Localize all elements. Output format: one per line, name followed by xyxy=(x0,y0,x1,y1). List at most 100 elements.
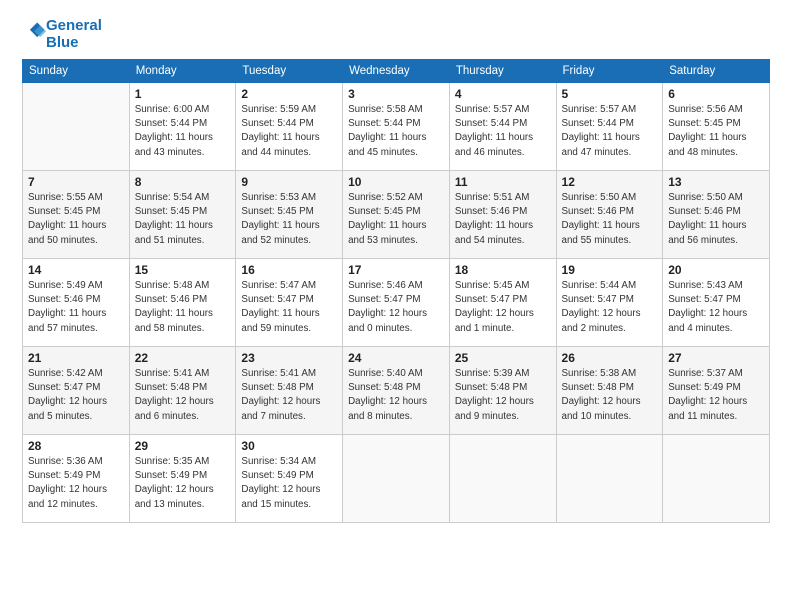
day-info: Sunrise: 5:45 AM Sunset: 5:47 PM Dayligh… xyxy=(455,279,551,336)
day-number: 28 xyxy=(28,439,124,453)
header-thursday: Thursday xyxy=(449,60,556,83)
day-number: 13 xyxy=(668,175,764,189)
day-info: Sunrise: 5:41 AM Sunset: 5:48 PM Dayligh… xyxy=(135,367,231,424)
day-info: Sunrise: 5:46 AM Sunset: 5:47 PM Dayligh… xyxy=(348,279,444,336)
table-row: 11 Sunrise: 5:51 AM Sunset: 5:46 PM Dayli… xyxy=(449,171,556,259)
table-row: 1Sunrise: 6:00 AM Sunset: 5:44 PM Daylig… xyxy=(129,83,236,171)
header-sunday: Sunday xyxy=(23,60,130,83)
table-row: 24Sunrise: 5:40 AM Sunset: 5:48 PM Dayli… xyxy=(343,347,450,435)
calendar-row-5: 28 Sunrise: 5:36 AM Sunset: 5:49 PM Dayli… xyxy=(23,435,770,523)
day-number: 2 xyxy=(241,87,337,101)
table-row xyxy=(343,435,450,523)
day-number: 29 xyxy=(135,439,231,453)
day-info: Sunrise: 5:55 AM Sunset: 5:45 PM Dayligh… xyxy=(28,191,124,248)
table-row: 4 Sunrise: 5:57 AM Sunset: 5:44 PM Daylig… xyxy=(449,83,556,171)
table-row: 10 Sunrise: 5:52 AM Sunset: 5:45 PM Dayli… xyxy=(343,171,450,259)
table-row: 25 Sunrise: 5:39 AM Sunset: 5:48 PM Dayli… xyxy=(449,347,556,435)
day-number: 8 xyxy=(135,175,231,189)
table-row: 16 Sunrise: 5:47 AM Sunset: 5:47 PM Dayli… xyxy=(236,259,343,347)
day-number: 3 xyxy=(348,87,444,101)
day-info: Sunrise: 5:47 AM Sunset: 5:47 PM Dayligh… xyxy=(241,279,337,336)
day-number: 10 xyxy=(348,175,444,189)
header-saturday: Saturday xyxy=(663,60,770,83)
calendar-row-1: 1Sunrise: 6:00 AM Sunset: 5:44 PM Daylig… xyxy=(23,83,770,171)
day-number: 20 xyxy=(668,263,764,277)
day-number: 5 xyxy=(562,87,658,101)
day-info: Sunrise: 5:44 AM Sunset: 5:47 PM Dayligh… xyxy=(562,279,658,336)
table-row: 29Sunrise: 5:35 AM Sunset: 5:49 PM Dayli… xyxy=(129,435,236,523)
day-number: 15 xyxy=(135,263,231,277)
calendar-row-3: 14 Sunrise: 5:49 AM Sunset: 5:46 PM Dayli… xyxy=(23,259,770,347)
day-info: Sunrise: 5:41 AM Sunset: 5:48 PM Dayligh… xyxy=(241,367,337,424)
calendar-row-4: 21Sunrise: 5:42 AM Sunset: 5:47 PM Dayli… xyxy=(23,347,770,435)
day-info: Sunrise: 5:57 AM Sunset: 5:44 PM Dayligh… xyxy=(562,103,658,160)
day-info: Sunrise: 5:58 AM Sunset: 5:44 PM Dayligh… xyxy=(348,103,444,160)
table-row xyxy=(556,435,663,523)
day-info: Sunrise: 5:59 AM Sunset: 5:44 PM Dayligh… xyxy=(241,103,337,160)
logo-text: General Blue xyxy=(46,18,102,51)
day-number: 12 xyxy=(562,175,658,189)
header: General Blue xyxy=(22,18,770,51)
day-number: 25 xyxy=(455,351,551,365)
day-info: Sunrise: 5:37 AM Sunset: 5:49 PM Dayligh… xyxy=(668,367,764,424)
day-number: 22 xyxy=(135,351,231,365)
day-number: 18 xyxy=(455,263,551,277)
day-info: Sunrise: 5:43 AM Sunset: 5:47 PM Dayligh… xyxy=(668,279,764,336)
day-number: 9 xyxy=(241,175,337,189)
table-row: 14 Sunrise: 5:49 AM Sunset: 5:46 PM Dayli… xyxy=(23,259,130,347)
day-number: 30 xyxy=(241,439,337,453)
table-row: 28 Sunrise: 5:36 AM Sunset: 5:49 PM Dayli… xyxy=(23,435,130,523)
calendar-row-2: 7Sunrise: 5:55 AM Sunset: 5:45 PM Daylig… xyxy=(23,171,770,259)
table-row: 27 Sunrise: 5:37 AM Sunset: 5:49 PM Dayli… xyxy=(663,347,770,435)
day-info: Sunrise: 5:40 AM Sunset: 5:48 PM Dayligh… xyxy=(348,367,444,424)
day-info: Sunrise: 5:39 AM Sunset: 5:48 PM Dayligh… xyxy=(455,367,551,424)
logo-icon xyxy=(24,21,46,43)
day-info: Sunrise: 5:54 AM Sunset: 5:45 PM Dayligh… xyxy=(135,191,231,248)
day-number: 4 xyxy=(455,87,551,101)
day-number: 14 xyxy=(28,263,124,277)
day-number: 23 xyxy=(241,351,337,365)
page: General Blue Sunday Monday Tuesday Wedne… xyxy=(0,0,792,612)
header-tuesday: Tuesday xyxy=(236,60,343,83)
table-row xyxy=(449,435,556,523)
table-row: 9 Sunrise: 5:53 AM Sunset: 5:45 PM Daylig… xyxy=(236,171,343,259)
day-info: Sunrise: 5:42 AM Sunset: 5:47 PM Dayligh… xyxy=(28,367,124,424)
table-row: 8 Sunrise: 5:54 AM Sunset: 5:45 PM Daylig… xyxy=(129,171,236,259)
table-row: 6 Sunrise: 5:56 AM Sunset: 5:45 PM Daylig… xyxy=(663,83,770,171)
table-row: 20 Sunrise: 5:43 AM Sunset: 5:47 PM Dayli… xyxy=(663,259,770,347)
table-row: 26 Sunrise: 5:38 AM Sunset: 5:48 PM Dayli… xyxy=(556,347,663,435)
day-number: 17 xyxy=(348,263,444,277)
header-friday: Friday xyxy=(556,60,663,83)
day-info: Sunrise: 5:48 AM Sunset: 5:46 PM Dayligh… xyxy=(135,279,231,336)
day-info: Sunrise: 5:49 AM Sunset: 5:46 PM Dayligh… xyxy=(28,279,124,336)
day-number: 26 xyxy=(562,351,658,365)
table-row: 21Sunrise: 5:42 AM Sunset: 5:47 PM Dayli… xyxy=(23,347,130,435)
table-row: 22 Sunrise: 5:41 AM Sunset: 5:48 PM Dayli… xyxy=(129,347,236,435)
day-info: Sunrise: 5:51 AM Sunset: 5:46 PM Dayligh… xyxy=(455,191,551,248)
day-info: Sunrise: 5:50 AM Sunset: 5:46 PM Dayligh… xyxy=(562,191,658,248)
table-row: 12 Sunrise: 5:50 AM Sunset: 5:46 PM Dayli… xyxy=(556,171,663,259)
table-row xyxy=(663,435,770,523)
table-row: 30 Sunrise: 5:34 AM Sunset: 5:49 PM Dayli… xyxy=(236,435,343,523)
day-number: 11 xyxy=(455,175,551,189)
day-info: Sunrise: 5:52 AM Sunset: 5:45 PM Dayligh… xyxy=(348,191,444,248)
calendar-table: Sunday Monday Tuesday Wednesday Thursday… xyxy=(22,59,770,523)
day-number: 16 xyxy=(241,263,337,277)
day-info: Sunrise: 5:38 AM Sunset: 5:48 PM Dayligh… xyxy=(562,367,658,424)
day-info: Sunrise: 5:57 AM Sunset: 5:44 PM Dayligh… xyxy=(455,103,551,160)
table-row: 23 Sunrise: 5:41 AM Sunset: 5:48 PM Dayli… xyxy=(236,347,343,435)
header-wednesday: Wednesday xyxy=(343,60,450,83)
table-row: 19Sunrise: 5:44 AM Sunset: 5:47 PM Dayli… xyxy=(556,259,663,347)
day-info: Sunrise: 5:34 AM Sunset: 5:49 PM Dayligh… xyxy=(241,455,337,512)
day-info: Sunrise: 5:56 AM Sunset: 5:45 PM Dayligh… xyxy=(668,103,764,160)
day-number: 27 xyxy=(668,351,764,365)
day-number: 6 xyxy=(668,87,764,101)
day-info: Sunrise: 5:53 AM Sunset: 5:45 PM Dayligh… xyxy=(241,191,337,248)
table-row: 3 Sunrise: 5:58 AM Sunset: 5:44 PM Daylig… xyxy=(343,83,450,171)
day-info: Sunrise: 6:00 AM Sunset: 5:44 PM Dayligh… xyxy=(135,103,231,160)
table-row: 13Sunrise: 5:50 AM Sunset: 5:46 PM Dayli… xyxy=(663,171,770,259)
table-row: 18 Sunrise: 5:45 AM Sunset: 5:47 PM Dayli… xyxy=(449,259,556,347)
day-info: Sunrise: 5:36 AM Sunset: 5:49 PM Dayligh… xyxy=(28,455,124,512)
table-row: 15 Sunrise: 5:48 AM Sunset: 5:46 PM Dayli… xyxy=(129,259,236,347)
table-row: 7Sunrise: 5:55 AM Sunset: 5:45 PM Daylig… xyxy=(23,171,130,259)
